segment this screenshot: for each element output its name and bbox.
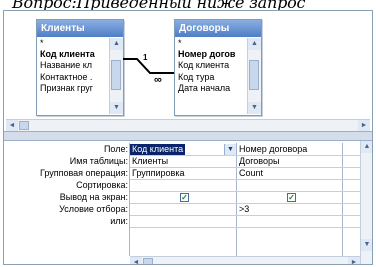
- scroll-thumb[interactable]: [19, 121, 29, 130]
- pane-splitter[interactable]: [4, 131, 372, 141]
- criteria-cell[interactable]: >3: [237, 204, 341, 215]
- scroll-right-icon[interactable]: ►: [358, 120, 370, 131]
- scroll-right-icon[interactable]: ►: [348, 257, 360, 264]
- show-checkbox[interactable]: ✓: [180, 193, 189, 202]
- grid-row-show: ✓ ✓: [4, 192, 360, 203]
- scroll-left-icon[interactable]: ◄: [6, 120, 18, 131]
- field-cell[interactable]: Номер договора: [237, 144, 341, 155]
- grid-horizontal-scrollbar[interactable]: ◄ ►: [130, 256, 360, 264]
- query-designer-window: Клиенты * Код клиента Название кл Контак…: [3, 10, 373, 265]
- show-checkbox[interactable]: ✓: [287, 193, 296, 202]
- scroll-up-icon[interactable]: ▲: [361, 141, 372, 153]
- table-cell[interactable]: Договоры: [237, 156, 341, 167]
- relationship-one-label: 1: [143, 53, 148, 62]
- group-cell[interactable]: Count: [237, 168, 341, 179]
- field-select[interactable]: Код клиента ▼: [130, 144, 236, 155]
- field-select-value[interactable]: Код клиента: [130, 144, 186, 155]
- grid-row-criteria: >3: [4, 204, 360, 215]
- grid-row-sort: [4, 180, 360, 191]
- relationship-many-label: ∞: [154, 74, 162, 86]
- grid-line: [130, 227, 362, 228]
- chevron-down-icon[interactable]: ▼: [224, 144, 236, 155]
- scroll-left-icon[interactable]: ◄: [130, 257, 142, 264]
- group-cell[interactable]: Группировка: [130, 168, 236, 179]
- scroll-down-icon[interactable]: ▼: [361, 239, 372, 251]
- sort-cell[interactable]: [130, 180, 236, 191]
- grid-row-table: Клиенты Договоры: [4, 156, 360, 167]
- design-grid: Поле: Имя таблицы: Групповая операция: С…: [4, 141, 372, 264]
- grid-row-or: [4, 216, 360, 227]
- or-cell[interactable]: [130, 216, 236, 227]
- or-cell[interactable]: [237, 216, 341, 227]
- sort-cell[interactable]: [237, 180, 341, 191]
- horizontal-scrollbar[interactable]: ◄ ►: [6, 119, 370, 131]
- table-cell[interactable]: Клиенты: [130, 156, 236, 167]
- grid-row-group: Группировка Count: [4, 168, 360, 179]
- criteria-cell[interactable]: [130, 204, 236, 215]
- grid-row-field: Код клиента ▼ Номер договора: [4, 144, 360, 155]
- scroll-thumb[interactable]: [143, 258, 153, 264]
- grid-vertical-scrollbar[interactable]: ▲ ▼: [360, 141, 372, 264]
- table-pane: Клиенты * Код клиента Название кл Контак…: [4, 11, 372, 131]
- relationship-line[interactable]: [4, 11, 372, 128]
